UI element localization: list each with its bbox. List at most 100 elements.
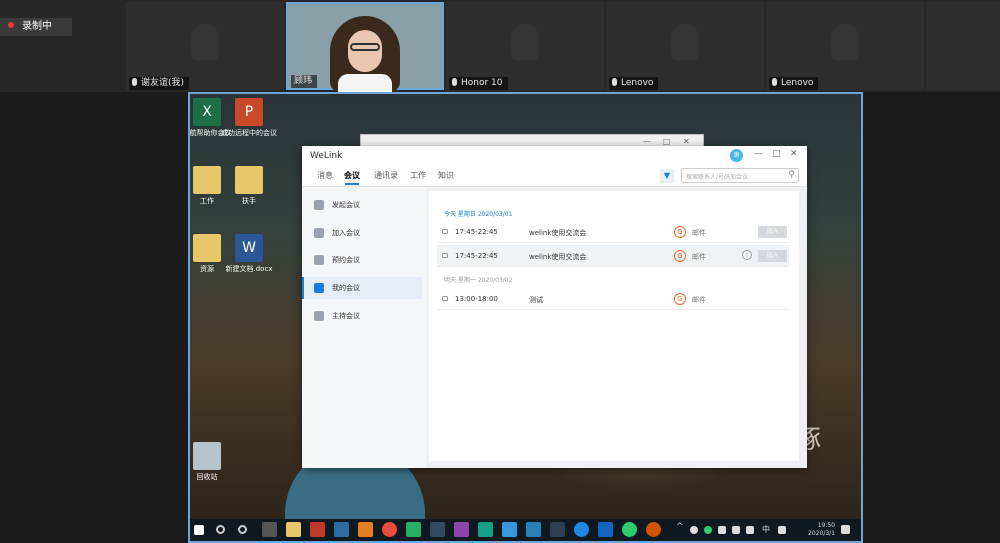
participant-tile[interactable]: Honor 10 (446, 2, 604, 90)
minimize-icon[interactable]: — (643, 137, 651, 146)
app-icon[interactable] (526, 522, 541, 537)
cortana-icon[interactable] (238, 525, 247, 534)
participant-tile-active-speaker[interactable]: 顾玮 (286, 2, 444, 92)
tray-icon[interactable] (718, 526, 726, 534)
tab-knowledge[interactable]: 知识 (438, 170, 454, 181)
tray-icon[interactable] (704, 526, 712, 534)
input-language[interactable]: 中 (762, 522, 777, 537)
avatar[interactable]: 谢 (730, 149, 743, 162)
edge-icon[interactable] (574, 522, 589, 537)
sidebar-item-start-meeting[interactable]: 发起会议 (302, 194, 422, 216)
meeting-time: 13:00-18:00 (455, 295, 498, 303)
window-title: WeLink (310, 151, 343, 161)
avatar-placeholder-icon (671, 24, 699, 60)
video-icon (442, 296, 448, 301)
video-icon (442, 229, 448, 234)
folder-icon (235, 166, 263, 194)
clock-date: 2020/3/1 (808, 530, 835, 537)
taskbar-clock[interactable]: 19:50 2020/3/1 (808, 522, 835, 538)
search-input[interactable]: 搜索联系人/号码加会议 ⚲ (681, 168, 799, 183)
network-icon[interactable] (732, 526, 740, 534)
desktop-icon-word[interactable]: W 新建文档.docx (220, 234, 278, 274)
meeting-name: welink使用交流会 (529, 253, 587, 261)
participant-tile[interactable]: Lenovo (766, 2, 924, 90)
desktop-icon-label: 成功远程中的会议 (221, 129, 277, 137)
date-heading: 今天 星期日 2020/03/01 (444, 211, 513, 218)
calendar-icon (314, 255, 324, 265)
wechat-icon[interactable] (622, 522, 637, 537)
search-icon[interactable]: ⚲ (788, 170, 795, 180)
tab-messages[interactable]: 消息 (317, 170, 333, 181)
maximize-icon[interactable]: □ (772, 149, 781, 159)
participant-name: Lenovo (621, 78, 654, 88)
photoshop-icon[interactable] (334, 522, 349, 537)
desktop-icon-ppt[interactable]: P 成功远程中的会议 (220, 98, 278, 138)
app-icon[interactable] (478, 522, 493, 537)
close-icon[interactable]: ✕ (683, 137, 690, 146)
avatar-placeholder-icon (511, 24, 539, 60)
file-explorer-icon[interactable] (286, 522, 301, 537)
sidebar-item-label: 我的会议 (332, 284, 360, 292)
word-icon: W (235, 234, 263, 262)
participant-tile[interactable] (926, 2, 1000, 90)
meeting-row[interactable]: 17:45-22:45 welink使用交流会 G 邮件 ! 加入 (437, 245, 789, 267)
app-icon[interactable] (310, 522, 325, 537)
app-icon[interactable] (430, 522, 445, 537)
sidebar-item-label: 加入会议 (332, 229, 360, 237)
tab-work[interactable]: 工作 (410, 170, 426, 181)
app-icon[interactable] (550, 522, 565, 537)
app-icon[interactable] (454, 522, 469, 537)
video-icon (442, 253, 448, 258)
folder-icon (193, 166, 221, 194)
tray-icon[interactable] (690, 526, 698, 534)
info-icon[interactable]: ! (742, 250, 752, 260)
join-meeting-icon (314, 228, 324, 238)
participant-tile[interactable]: Lenovo (606, 2, 764, 90)
avatar-placeholder-icon (191, 24, 219, 60)
notification-icon[interactable] (841, 525, 850, 534)
my-meetings-icon (314, 283, 324, 293)
tab-contacts[interactable]: 通讯录 (374, 170, 398, 181)
meeting-tag: 邮件 (692, 253, 706, 261)
sidebar-item-host-meeting[interactable]: 主持会议 (302, 305, 422, 327)
taskbar: ^ 中 19:50 2020/3/1 (190, 519, 861, 541)
sidebar-item-join-meeting[interactable]: 加入会议 (302, 222, 422, 244)
app-icon[interactable] (646, 522, 661, 537)
sidebar-item-my-meetings[interactable]: 我的会议 (302, 277, 422, 299)
app-icon[interactable] (406, 522, 421, 537)
ime-icon[interactable] (778, 526, 786, 534)
meeting-tag: 邮件 (692, 229, 706, 237)
meeting-row[interactable]: 17:45-22:45 welink使用交流会 G 邮件 加入 (437, 221, 789, 243)
record-dot-icon (8, 22, 14, 28)
tab-meetings[interactable]: 会议 (344, 170, 360, 185)
desktop-icon-recycle-bin[interactable]: 回收站 (190, 442, 236, 482)
desktop-icon-label: 扶手 (242, 197, 256, 205)
close-icon[interactable]: ✕ (790, 149, 798, 159)
participant-name: 顾玮 (294, 76, 313, 86)
main-panel: 今天 星期日 2020/03/01 17:45-22:45 welink使用交流… (426, 186, 807, 468)
search-icon[interactable] (216, 525, 225, 534)
filter-icon[interactable]: ▼ (660, 169, 674, 183)
app-icon[interactable] (358, 522, 373, 537)
join-button[interactable]: 加入 (758, 250, 787, 262)
meeting-tag: 邮件 (692, 296, 706, 304)
sidebar-item-label: 预约会议 (332, 256, 360, 264)
mic-icon (132, 78, 137, 86)
mic-icon (772, 78, 777, 86)
tray-arrow-icon[interactable]: ^ (676, 522, 691, 537)
participant-tile[interactable]: 谢友谊(我) (126, 2, 284, 90)
join-button[interactable]: 加入 (758, 226, 787, 238)
welink-window: WeLink 谢 — □ ✕ 消息 会议 通讯录 工作 知识 ▼ 搜索联系人/号… (302, 146, 807, 468)
sidebar-item-label: 发起会议 (332, 201, 360, 209)
chrome-icon[interactable] (382, 522, 397, 537)
volume-icon[interactable] (746, 526, 754, 534)
desktop-icon-folder[interactable]: 扶手 (220, 166, 278, 206)
windows-start-icon[interactable] (194, 525, 204, 535)
sidebar-item-schedule-meeting[interactable]: 预约会议 (302, 249, 422, 271)
task-view-icon[interactable] (262, 522, 277, 537)
welink-icon[interactable] (502, 522, 517, 537)
meeting-row[interactable]: 13:00-18:00 测试 G 邮件 (437, 288, 789, 310)
maximize-icon[interactable]: □ (663, 137, 671, 146)
minimize-icon[interactable]: — (754, 149, 763, 159)
outlook-icon[interactable] (598, 522, 613, 537)
